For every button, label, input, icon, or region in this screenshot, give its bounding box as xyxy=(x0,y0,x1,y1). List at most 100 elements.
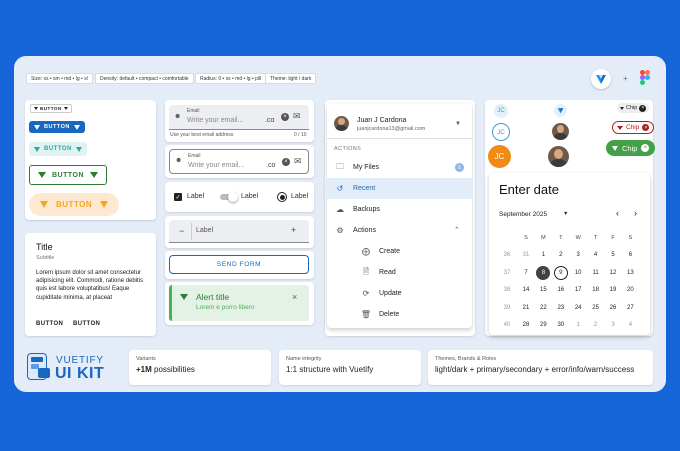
calendar-day[interactable]: 6 xyxy=(623,248,637,262)
switch-thumb xyxy=(228,192,238,202)
calendar-day[interactable]: 22 xyxy=(536,301,550,315)
calendar-day[interactable]: 18 xyxy=(589,283,603,297)
calendar-day[interactable]: 26 xyxy=(606,301,620,315)
switch[interactable] xyxy=(220,192,238,202)
avatar-photo-lg xyxy=(548,146,569,167)
chevron-left-icon[interactable]: ‹ xyxy=(616,208,619,218)
calendar-day[interactable]: 4 xyxy=(589,248,603,262)
close-icon[interactable]: × xyxy=(292,292,297,302)
calendar-day[interactable]: 30 xyxy=(554,318,568,332)
close-icon[interactable]: × xyxy=(641,144,650,152)
menu-item-delete[interactable]: 🗑 Delete xyxy=(327,304,473,325)
calendar-day[interactable]: 23 xyxy=(554,301,568,315)
vuetify-icon xyxy=(90,172,99,178)
calendar-day[interactable]: 7 xyxy=(519,266,533,280)
clear-icon[interactable]: × xyxy=(282,158,290,166)
email-field-outlined[interactable]: ☻ Email Write your email... .co × ✉ xyxy=(169,149,309,174)
calendar-day[interactable]: 24 xyxy=(571,301,585,315)
vuetify-kit-logo-icon xyxy=(27,353,51,383)
chip-lg[interactable]: Chip × xyxy=(606,140,656,156)
chevron-right-icon[interactable]: › xyxy=(634,208,637,218)
close-icon[interactable]: × xyxy=(639,104,647,112)
close-icon[interactable]: × xyxy=(642,124,650,131)
menu-item-create[interactable]: ⨁ Create xyxy=(327,241,473,262)
quantity-stepper[interactable]: − Label + xyxy=(169,220,309,243)
weekday-header: F xyxy=(611,235,615,241)
calendar-day[interactable]: 27 xyxy=(623,301,637,315)
chip-outlined[interactable]: Chip × xyxy=(612,121,655,134)
weekday-header: S xyxy=(524,235,528,241)
menu-item-update[interactable]: ⟳ Update xyxy=(327,283,473,304)
button-lg-outlined[interactable]: BUTTON xyxy=(29,165,108,185)
calendar-day[interactable]: 16 xyxy=(554,283,568,297)
button-xs[interactable]: BUTTON xyxy=(30,104,72,113)
week-number: 38 xyxy=(503,287,511,293)
calendar-day[interactable]: 14 xyxy=(519,283,533,297)
calendar-day[interactable]: 17 xyxy=(571,283,585,297)
checkbox[interactable]: ✓ xyxy=(174,193,182,201)
plus-button[interactable]: + xyxy=(291,225,296,235)
chevron-down-icon[interactable]: ▼ xyxy=(455,121,461,127)
avatar-photo-md xyxy=(552,123,569,140)
radio[interactable] xyxy=(277,192,287,202)
radius-tag: Radius: 0 • xs • md • lg • pill xyxy=(195,73,267,84)
calendar-day[interactable]: 31 xyxy=(519,248,533,262)
card-text: Lorem ipsum dolor sit amet consectetur a… xyxy=(36,270,144,301)
calendar-day[interactable]: 29 xyxy=(536,318,550,332)
vuetify-avatar-icon xyxy=(554,104,567,117)
chip-xs[interactable]: Chip × xyxy=(617,103,650,113)
calendar-day[interactable]: 3 xyxy=(606,318,620,332)
calendar-day[interactable]: 8 xyxy=(536,265,551,280)
calendar-day[interactable]: 1 xyxy=(536,248,550,262)
calendar-day[interactable]: 15 xyxy=(536,283,550,297)
folder-icon: 🗀 xyxy=(336,161,344,171)
weekday-header: M xyxy=(541,235,546,241)
mail-icon: ✉ xyxy=(294,156,302,166)
weekday-header: S xyxy=(628,235,633,241)
clear-icon[interactable]: × xyxy=(281,113,289,121)
card-action-button-1[interactable]: BUTTON xyxy=(36,321,63,327)
send-form-button[interactable]: SEND FORM xyxy=(169,255,309,274)
card-action-button-2[interactable]: BUTTON xyxy=(73,321,100,327)
minus-button[interactable]: − xyxy=(179,226,184,236)
calendar-day[interactable]: 28 xyxy=(519,318,533,332)
email-field-filled[interactable]: ☻ Email Write your email... .co × ✉ xyxy=(169,105,309,130)
calendar-day[interactable]: 19 xyxy=(606,283,620,297)
caret-down-icon[interactable]: ▼ xyxy=(563,211,568,217)
section-header: ACTIONS xyxy=(334,146,362,152)
refresh-icon: ⟳ xyxy=(362,289,370,298)
calendar-day[interactable]: 3 xyxy=(571,248,585,262)
gear-icon: ⚙ xyxy=(336,226,344,235)
vuetify-icon xyxy=(180,294,188,300)
calendar-day[interactable]: 9 xyxy=(553,265,568,280)
vuetify-icon xyxy=(75,146,82,152)
calendar-day[interactable]: 25 xyxy=(589,301,603,315)
calendar-day[interactable]: 5 xyxy=(606,248,620,262)
checkbox-label: Label xyxy=(187,193,205,200)
menu-item-recent[interactable]: ↺ Recent xyxy=(327,178,473,199)
email-counter: 0 / 10 xyxy=(294,132,307,138)
calendar-day[interactable]: 4 xyxy=(623,318,637,332)
calendar-day[interactable]: 2 xyxy=(554,248,568,262)
calendar-day[interactable]: 1 xyxy=(571,318,585,332)
user-email: juanjcardona13@gmail.com xyxy=(357,126,426,132)
themes-card: Themes, Brands & Roles light/dark + prim… xyxy=(428,350,653,385)
menu-item-read[interactable]: 🗎 Read xyxy=(327,262,473,283)
calendar-day[interactable]: 21 xyxy=(519,301,533,315)
calendar-day[interactable]: 2 xyxy=(589,318,603,332)
calendar-day[interactable]: 20 xyxy=(623,283,637,297)
button-sm-primary[interactable]: BUTTON xyxy=(29,121,85,133)
radio-label: Label xyxy=(291,193,309,200)
calendar-day[interactable]: 13 xyxy=(623,266,637,280)
button-xl-pill[interactable]: BUTTON xyxy=(29,193,120,216)
menu-item-my-files[interactable]: 🗀 My Files 6 xyxy=(327,157,473,178)
menu-item-actions[interactable]: ⚙ Actions ⌃ xyxy=(327,220,473,241)
button-md-tonal[interactable]: BUTTON xyxy=(29,142,87,156)
menu-item-backups[interactable]: ☁ Backups xyxy=(327,199,473,220)
calendar-day[interactable]: 12 xyxy=(606,266,620,280)
calendar-day[interactable]: 10 xyxy=(571,266,585,280)
month-selector[interactable]: September 2025 xyxy=(499,211,547,218)
calendar-day[interactable]: 11 xyxy=(589,266,603,280)
vuetify-icon xyxy=(34,124,40,130)
vuetify-icon xyxy=(34,107,38,110)
